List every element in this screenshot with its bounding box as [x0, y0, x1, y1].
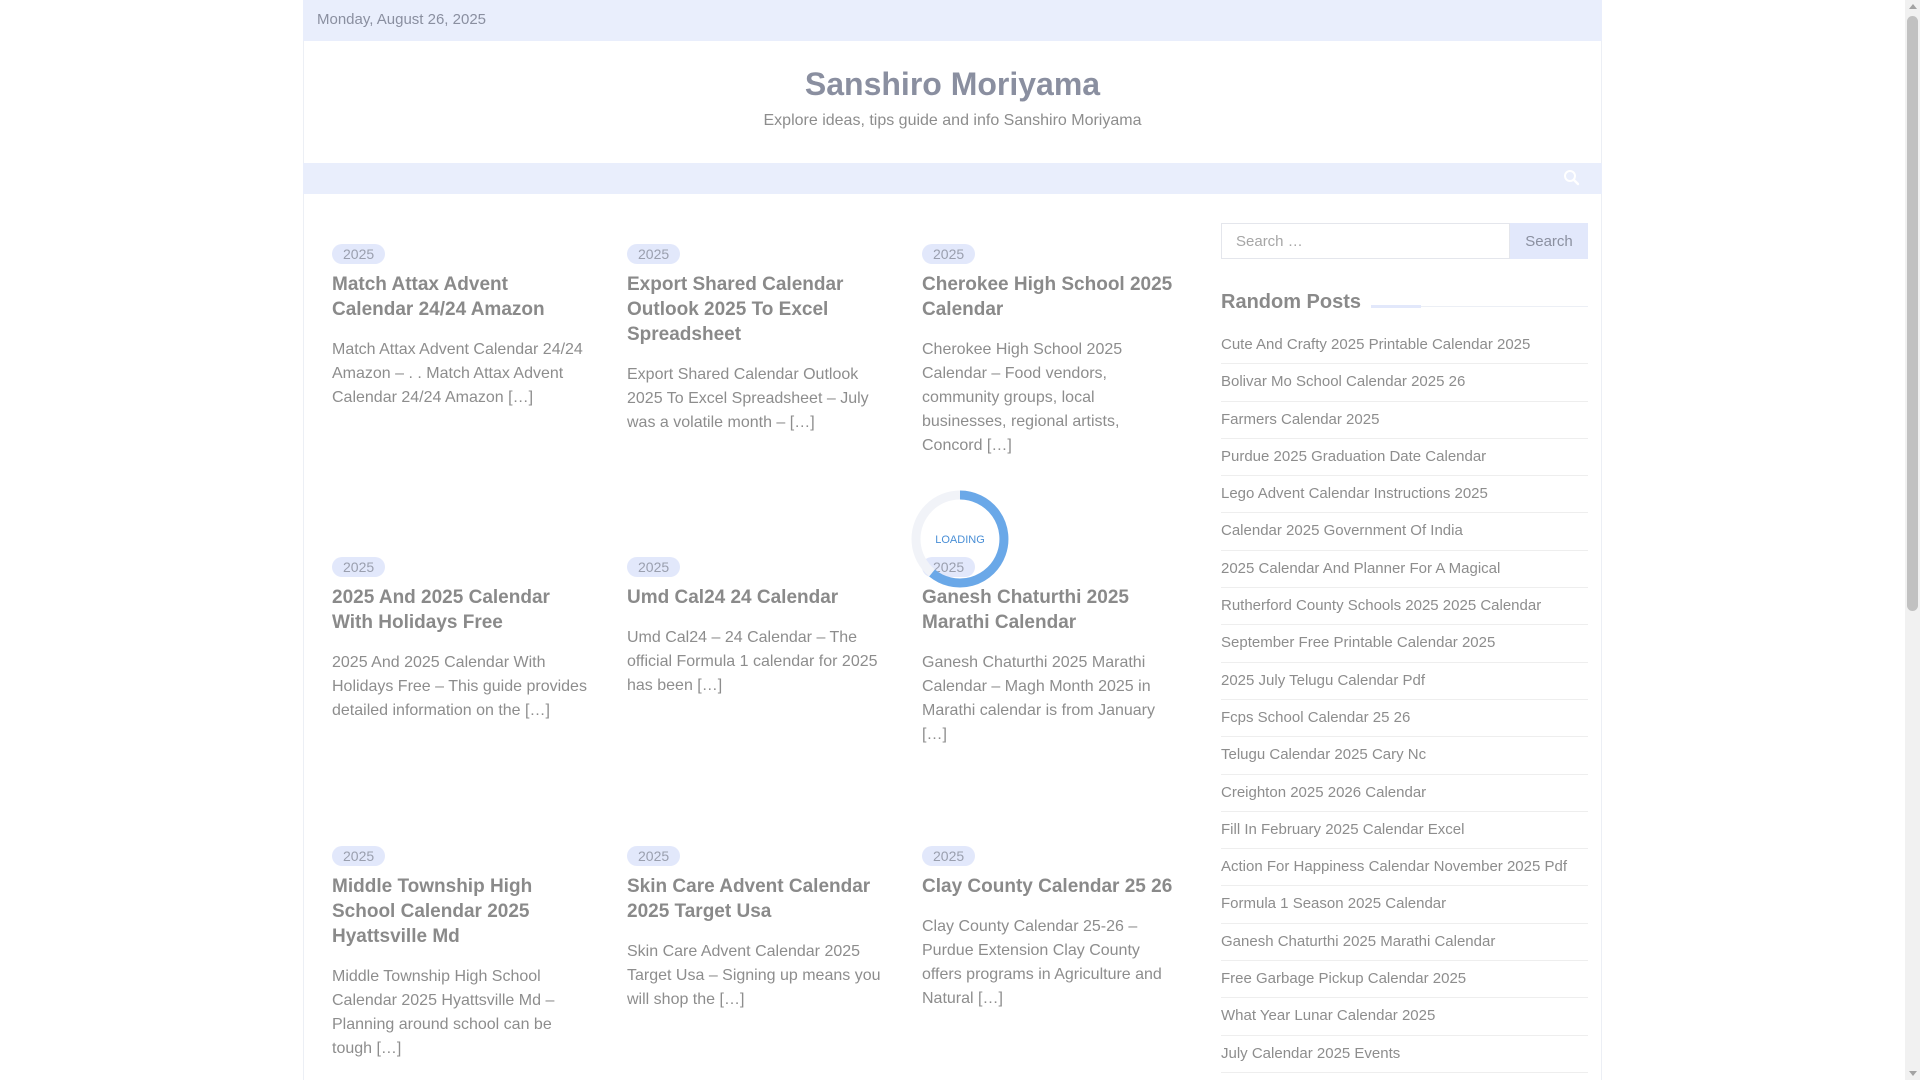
post-card: 2025 Umd Cal24 24 Calendar Umd Cal24 – 2… [627, 557, 882, 698]
random-post-link[interactable]: Creighton 2025 2026 Calendar [1221, 775, 1588, 812]
category-badge[interactable]: 2025 [332, 244, 386, 264]
post-excerpt: Clay County Calendar 25-26 – Purdue Exte… [922, 918, 1162, 1007]
category-badge[interactable]: 2025 [922, 846, 976, 866]
random-posts-title: Random Posts [1221, 291, 1362, 313]
post-card: 2025 2025 And 2025 Calendar With Holiday… [332, 557, 587, 723]
random-post-link[interactable]: July Calendar 2025 Events [1221, 1036, 1588, 1073]
site-header: Sanshiro Moriyama Explore ideas, tips gu… [303, 41, 1602, 163]
post-excerpt: Middle Township High School Calendar 202… [332, 968, 555, 1057]
random-post-link[interactable]: Cute And Crafty 2025 Printable Calendar … [1221, 327, 1588, 365]
current-date: Monday, August 26, 2025 [317, 11, 487, 28]
page-scrollbar[interactable] [1905, 0, 1920, 1080]
random-post-link[interactable]: Purdue 2025 Graduation Date Calendar [1221, 439, 1588, 477]
post-title[interactable]: Export Shared Calendar Outlook 2025 To E… [627, 272, 882, 347]
post-excerpt: Match Attax Advent Calendar 24/24 Amazon… [332, 341, 583, 406]
random-post-link[interactable]: September Free Printable Calendar 2025 [1221, 625, 1588, 663]
random-post-link[interactable]: Action For Happiness Calendar November 2… [1221, 849, 1588, 887]
post-title[interactable]: Ganesh Chaturthi 2025 Marathi Calendar [922, 585, 1177, 635]
category-badge[interactable]: 2025 [627, 846, 681, 866]
post-card: 2025 Clay County Calendar 25 26 Clay Cou… [922, 846, 1177, 1011]
post-title[interactable]: Cherokee High School 2025 Calendar [922, 272, 1177, 322]
random-post-link[interactable]: Ganesh Chaturthi 2025 Marathi Calendar [1221, 924, 1588, 962]
post-title[interactable]: Match Attax Advent Calendar 24/24 Amazon [332, 272, 587, 322]
random-post-link[interactable]: 2025 Calendar And Planner For A Magical [1221, 551, 1588, 589]
post-card: 2025 Cherokee High School 2025 Calendar … [922, 244, 1177, 458]
scroll-thumb[interactable] [1907, 16, 1918, 611]
random-post-link[interactable]: Free Garbage Pickup Calendar 2025 [1221, 961, 1588, 999]
post-title[interactable]: Skin Care Advent Calendar 2025 Target Us… [627, 874, 882, 924]
category-badge[interactable]: 2025 [332, 557, 386, 577]
random-posts-header: Random Posts [1221, 291, 1588, 321]
post-card: 2025 Export Shared Calendar Outlook 2025… [627, 244, 882, 435]
search-icon[interactable] [1562, 168, 1582, 188]
scroll-down-arrow-icon[interactable] [1909, 1071, 1917, 1076]
post-excerpt: Skin Care Advent Calendar 2025 Target Us… [627, 943, 881, 1008]
random-post-link[interactable]: What Year Lunar Calendar 2025 [1221, 998, 1588, 1036]
random-post-link[interactable]: Bolivar Mo School Calendar 2025 26 [1221, 364, 1588, 402]
random-post-link[interactable]: Telugu Calendar 2025 Cary Nc [1221, 737, 1588, 775]
random-post-link[interactable]: Formula 1 Season 2025 Calendar [1221, 886, 1588, 924]
category-badge[interactable]: 2025 [332, 846, 386, 866]
post-title[interactable]: Umd Cal24 24 Calendar [627, 585, 882, 610]
search-button[interactable]: Search [1510, 223, 1588, 259]
site-tagline: Explore ideas, tips guide and info Sansh… [763, 112, 1142, 129]
category-badge[interactable]: 2025 [627, 244, 681, 264]
loading-spinner: LOADING [911, 490, 1009, 588]
post-title[interactable]: 2025 And 2025 Calendar With Holidays Fre… [332, 585, 587, 635]
post-card: 2025 Skin Care Advent Calendar 2025 Targ… [627, 846, 882, 1012]
random-post-link[interactable]: 2025 July Telugu Calendar Pdf [1221, 663, 1588, 700]
post-card: 2025 Match Attax Advent Calendar 24/24 A… [332, 244, 587, 410]
site-title[interactable]: Sanshiro Moriyama [304, 66, 1601, 103]
search-form: Search [1221, 223, 1588, 261]
sidebar: Search Random Posts Cute And Crafty 2025… [1221, 223, 1588, 1073]
random-post-link[interactable]: Fcps School Calendar 25 26 [1221, 700, 1588, 738]
title-divider [1421, 306, 1588, 307]
loading-text: LOADING [935, 534, 985, 546]
random-post-link[interactable]: Rutherford County Schools 2025 2025 Cale… [1221, 588, 1588, 626]
page: Monday, August 26, 2025 Sanshiro Moriyam… [303, 0, 1602, 1080]
nav-bar [303, 163, 1602, 194]
post-excerpt: Ganesh Chaturthi 2025 Marathi Calendar –… [922, 654, 1155, 743]
post-title[interactable]: Middle Township High School Calendar 202… [332, 874, 587, 949]
category-badge[interactable]: 2025 [627, 557, 681, 577]
post-excerpt: 2025 And 2025 Calendar With Holidays Fre… [332, 654, 587, 719]
scroll-up-arrow-icon[interactable] [1909, 4, 1917, 9]
post-title[interactable]: Clay County Calendar 25 26 [922, 874, 1177, 899]
random-post-link[interactable]: Farmers Calendar 2025 [1221, 402, 1588, 439]
post-excerpt: Cherokee High School 2025 Calendar – Foo… [922, 341, 1123, 454]
random-posts-list: Cute And Crafty 2025 Printable Calendar … [1221, 327, 1588, 1073]
top-bar: Monday, August 26, 2025 [303, 0, 1602, 41]
random-post-link[interactable]: Lego Advent Calendar Instructions 2025 [1221, 476, 1588, 514]
search-input[interactable] [1221, 223, 1510, 259]
post-excerpt: Export Shared Calendar Outlook 2025 To E… [627, 366, 869, 431]
category-badge[interactable]: 2025 [922, 244, 976, 264]
post-excerpt: Umd Cal24 – 24 Calendar – The official F… [627, 629, 878, 694]
post-card: 2025 Middle Township High School Calenda… [332, 846, 587, 1061]
title-accent-line [1371, 305, 1421, 308]
random-post-link[interactable]: Calendar 2025 Government Of India [1221, 513, 1588, 551]
random-post-link[interactable]: Fill In February 2025 Calendar Excel [1221, 812, 1588, 850]
